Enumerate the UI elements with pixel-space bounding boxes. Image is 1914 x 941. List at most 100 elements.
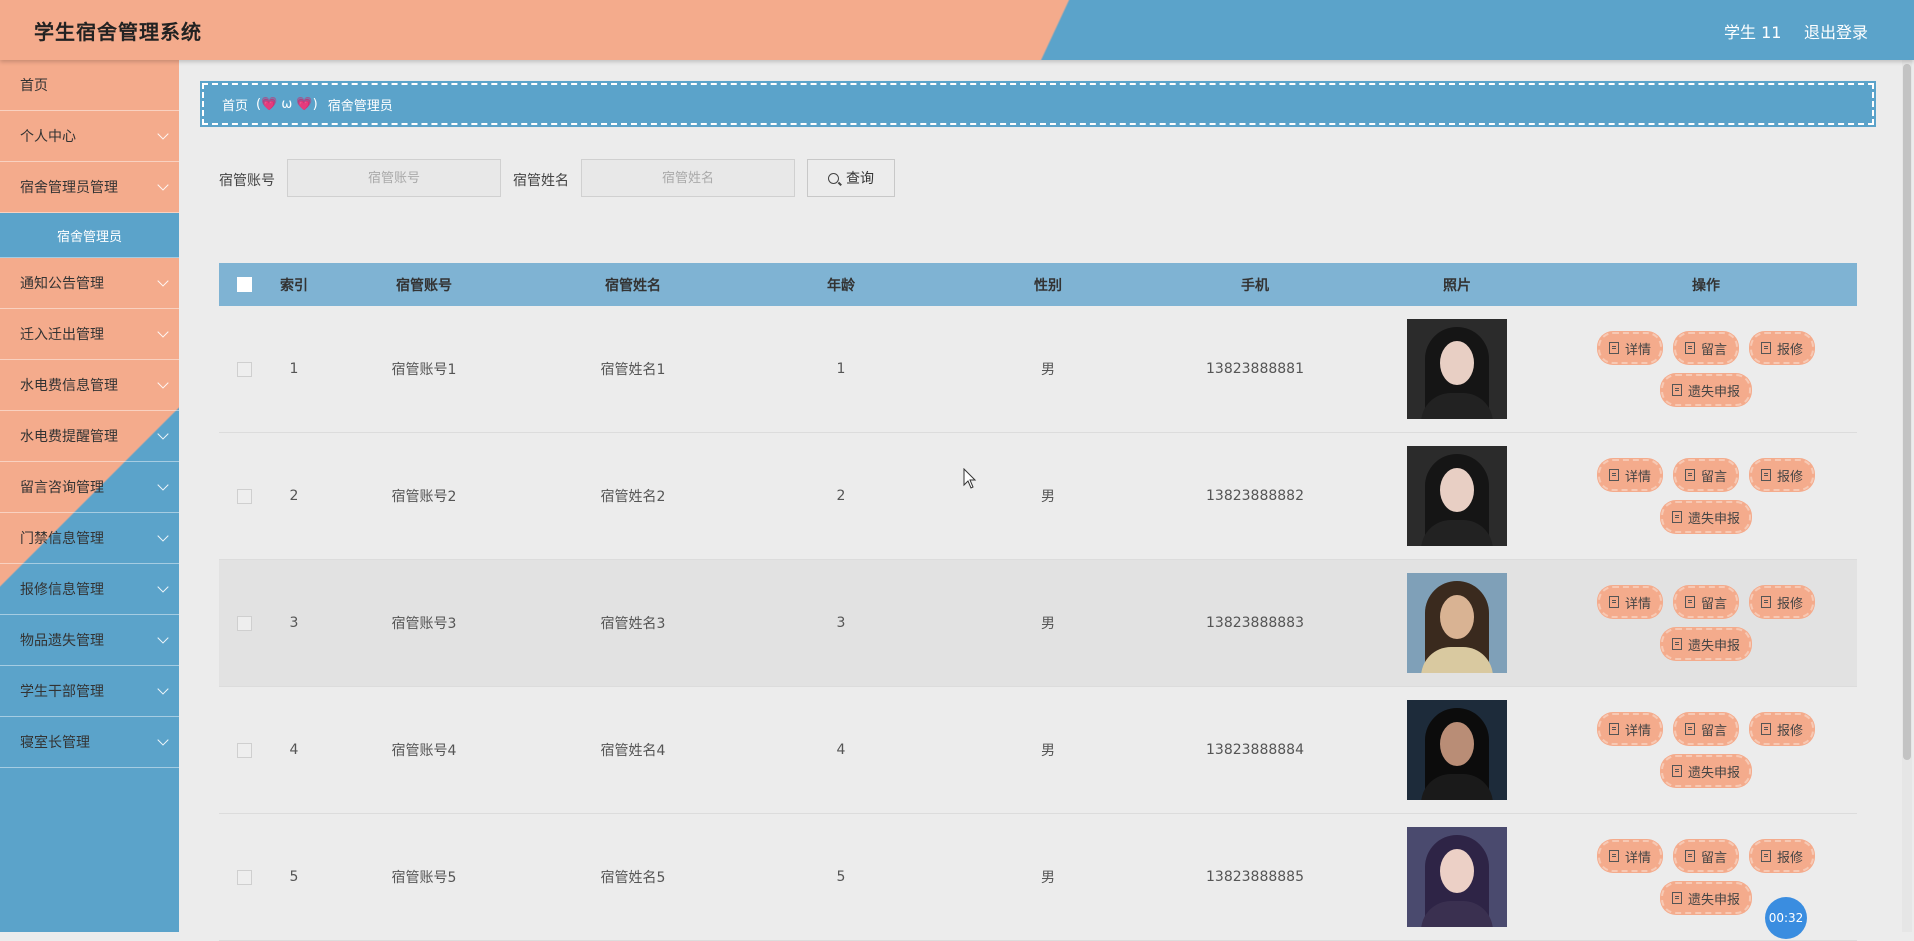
message-button[interactable]: 留言 <box>1672 458 1739 492</box>
chevron-down-icon <box>157 179 169 191</box>
sidebar-item-7[interactable]: 留言咨询管理 <box>0 462 179 513</box>
sidebar-item-label: 学生干部管理 <box>20 684 104 700</box>
document-icon <box>1761 469 1771 481</box>
document-icon <box>1684 723 1695 735</box>
sidebar-item-label: 迁入迁出管理 <box>20 327 104 343</box>
detail-button[interactable]: 详情 <box>1596 458 1663 492</box>
lost-report-button[interactable]: 遗失申报 <box>1659 754 1752 788</box>
column-header-phone: 手机 <box>1241 277 1269 294</box>
photo-girl-dark-hair[interactable] <box>1407 446 1507 546</box>
cell-account: 宿管账号5 <box>391 870 457 886</box>
detail-button[interactable]: 详情 <box>1596 839 1663 873</box>
action-label: 留言 <box>1700 723 1727 739</box>
sidebar-item-8[interactable]: 门禁信息管理 <box>0 513 179 564</box>
timer-badge[interactable]: 00:32 <box>1765 897 1807 939</box>
detail-button[interactable]: 详情 <box>1596 331 1663 365</box>
sidebar-item-9[interactable]: 报修信息管理 <box>0 564 179 615</box>
column-header-age: 年龄 <box>827 277 855 294</box>
cell-phone: 13823888885 <box>1206 869 1304 885</box>
document-icon <box>1671 638 1682 650</box>
row-checkbox[interactable] <box>236 615 252 631</box>
select-all-checkbox[interactable] <box>236 277 252 292</box>
column-header-photo: 照片 <box>1443 277 1471 294</box>
action-label: 详情 <box>1624 342 1651 358</box>
message-button[interactable]: 留言 <box>1672 331 1739 365</box>
sidebar-item-label: 报修信息管理 <box>20 582 104 598</box>
photo-girl-outdoor[interactable] <box>1407 573 1507 673</box>
sidebar-item-3[interactable]: 通知公告管理 <box>0 258 179 309</box>
repair-button[interactable]: 报修 <box>1749 839 1816 873</box>
row-checkbox-cell <box>219 488 269 504</box>
action-label: 报修 <box>1777 469 1804 485</box>
row-checkbox[interactable] <box>236 742 252 758</box>
lost-report-button[interactable]: 遗失申报 <box>1659 881 1752 915</box>
cell-name: 宿管姓名3 <box>600 616 666 632</box>
row-checkbox-cell <box>219 742 269 758</box>
repair-button[interactable]: 报修 <box>1749 585 1816 619</box>
repair-button[interactable]: 报修 <box>1749 458 1816 492</box>
cell-phone: 13823888883 <box>1206 615 1304 631</box>
action-label: 遗失申报 <box>1687 638 1740 654</box>
detail-button[interactable]: 详情 <box>1596 585 1663 619</box>
cell-account: 宿管账号3 <box>391 616 457 632</box>
row-checkbox[interactable] <box>236 361 252 377</box>
column-header-account: 宿管账号 <box>396 277 452 294</box>
logout-link[interactable]: 退出登录 <box>1804 19 1868 43</box>
sidebar-subitem-active[interactable]: 宿舍管理员 <box>0 213 179 258</box>
message-button[interactable]: 留言 <box>1672 585 1739 619</box>
lost-report-button[interactable]: 遗失申报 <box>1659 500 1752 534</box>
table-row: 3 宿管账号3 宿管姓名3 3 男 13823888883 详情 留言 报修 遗失申报 <box>219 560 1857 687</box>
cell-phone: 13823888882 <box>1206 488 1304 504</box>
lost-report-button[interactable]: 遗失申报 <box>1659 627 1752 661</box>
breadcrumb-home[interactable]: 首页 <box>222 95 248 114</box>
name-search-input[interactable] <box>581 159 795 197</box>
action-label: 报修 <box>1777 596 1804 612</box>
chevron-down-icon <box>157 530 169 542</box>
photo-girl-dark-hair[interactable] <box>1407 319 1507 419</box>
photo-boy-profile[interactable] <box>1407 700 1507 800</box>
cell-account: 宿管账号2 <box>391 489 457 505</box>
account-search-label: 宿管账号 <box>219 173 275 189</box>
row-checkbox[interactable] <box>236 488 252 504</box>
action-label: 详情 <box>1624 469 1651 485</box>
sidebar-item-5[interactable]: 水电费信息管理 <box>0 360 179 411</box>
message-button[interactable]: 留言 <box>1672 839 1739 873</box>
sidebar-item-4[interactable]: 迁入迁出管理 <box>0 309 179 360</box>
current-user: 学生 11 <box>1724 23 1782 42</box>
chevron-down-icon <box>157 581 169 593</box>
document-icon <box>1608 469 1619 481</box>
cell-actions: 详情 留言 报修遗失申报 <box>1555 712 1857 788</box>
table-body: 1 宿管账号1 宿管姓名1 1 男 13823888881 详情 留言 报修 遗失申报 2 宿管账号2… <box>219 306 1857 941</box>
cell-age: 3 <box>836 615 846 631</box>
cell-name: 宿管姓名5 <box>600 870 666 886</box>
sidebar-item-6[interactable]: 水电费提醒管理 <box>0 411 179 462</box>
cell-actions: 详情 留言 报修遗失申报 <box>1555 331 1857 407</box>
table-row: 2 宿管账号2 宿管姓名2 2 男 13823888882 详情 留言 报修 遗失申报 <box>219 433 1857 560</box>
chevron-down-icon <box>157 428 169 440</box>
search-button[interactable]: 查询 <box>807 159 895 197</box>
action-label: 详情 <box>1624 723 1651 739</box>
sidebar-item-11[interactable]: 学生干部管理 <box>0 666 179 717</box>
account-search-input[interactable] <box>287 159 501 197</box>
action-label: 遗失申报 <box>1687 511 1740 527</box>
document-icon <box>1671 511 1682 523</box>
lost-report-button[interactable]: 遗失申报 <box>1659 373 1752 407</box>
cell-sex: 男 <box>1041 362 1055 378</box>
cell-photo <box>1359 319 1555 419</box>
detail-button[interactable]: 详情 <box>1596 712 1663 746</box>
photo-girl-purple-hair[interactable] <box>1407 827 1507 927</box>
message-button[interactable]: 留言 <box>1672 712 1739 746</box>
cell-name: 宿管姓名1 <box>600 362 666 378</box>
scrollbar-thumb[interactable] <box>1903 64 1911 760</box>
sidebar-item-1[interactable]: 个人中心 <box>0 111 179 162</box>
repair-button[interactable]: 报修 <box>1749 712 1816 746</box>
sidebar-item-12[interactable]: 寝室长管理 <box>0 717 179 768</box>
sidebar-item-2[interactable]: 宿舍管理员管理 <box>0 162 179 213</box>
sidebar-item-0[interactable]: 首页 <box>0 60 179 111</box>
column-header-actions: 操作 <box>1692 277 1720 294</box>
repair-button[interactable]: 报修 <box>1749 331 1816 365</box>
sidebar-item-10[interactable]: 物品遗失管理 <box>0 615 179 666</box>
sidebar: 首页 个人中心 宿舍管理员管理 宿舍管理员 通知公告管理迁入迁出管理水电费信息管理 水电费… <box>0 60 179 932</box>
row-checkbox[interactable] <box>236 869 252 885</box>
sidebar-item-label: 物品遗失管理 <box>20 633 104 649</box>
